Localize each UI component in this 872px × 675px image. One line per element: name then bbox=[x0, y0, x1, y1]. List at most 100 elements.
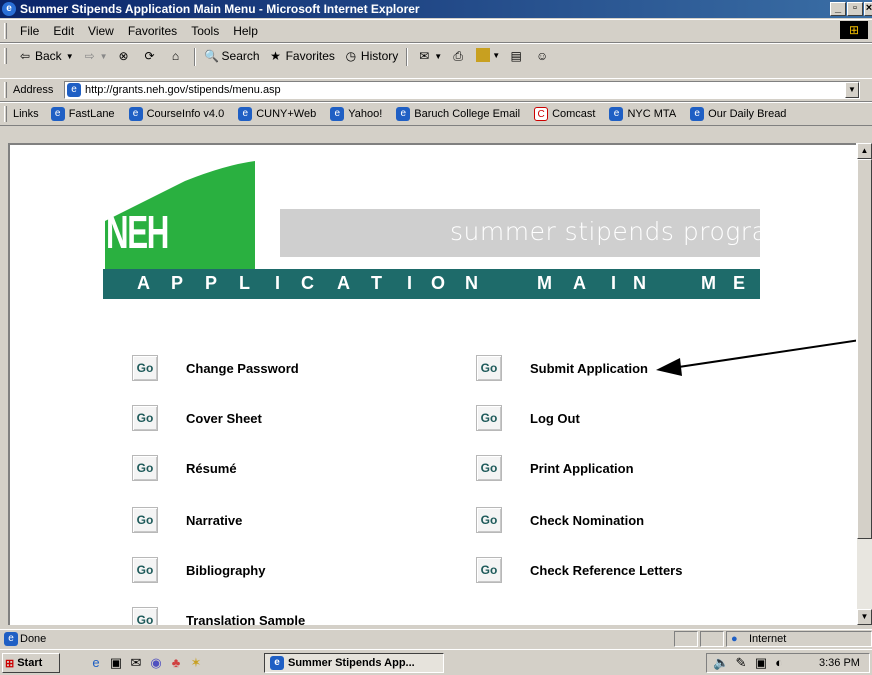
go-button-submit-application[interactable]: Go bbox=[476, 355, 502, 381]
links-label: Links bbox=[13, 108, 39, 120]
edit-button[interactable]: ▼ bbox=[472, 48, 504, 62]
vertical-scrollbar[interactable]: ▲ ▼ bbox=[856, 143, 872, 625]
quicklaunch-icon[interactable]: ✶ bbox=[188, 655, 204, 671]
tray-icon[interactable]: ◐ bbox=[771, 655, 787, 671]
menu-edit[interactable]: Edit bbox=[46, 24, 81, 38]
refresh-icon: ⟳ bbox=[144, 49, 155, 63]
go-button-resume[interactable]: Go bbox=[132, 455, 158, 481]
menu-link-check-nomination[interactable]: Check Nomination bbox=[530, 513, 644, 528]
link-fastlane[interactable]: e FastLane bbox=[43, 107, 121, 121]
page-icon: e bbox=[238, 107, 253, 121]
maximize-button[interactable]: ▫ bbox=[847, 2, 863, 16]
go-button-narrative[interactable]: Go bbox=[132, 507, 158, 533]
menu-link-submit-application[interactable]: Submit Application bbox=[530, 361, 648, 376]
heading-letter: N bbox=[633, 273, 646, 293]
menu-link-resume[interactable]: Résumé bbox=[186, 461, 237, 476]
media-player-icon[interactable]: ◉ bbox=[148, 655, 164, 671]
forward-arrow-icon: ⇨ bbox=[84, 49, 95, 63]
scroll-down-button[interactable]: ▼ bbox=[857, 609, 872, 625]
quicklaunch-icon[interactable]: ♣ bbox=[168, 655, 184, 671]
favorites-button[interactable]: ★ Favorites bbox=[264, 48, 339, 64]
print-button[interactable]: ⎙ bbox=[446, 48, 472, 64]
search-button[interactable]: 🔍 Search bbox=[200, 48, 264, 64]
tray-icon[interactable]: ✎ bbox=[733, 655, 749, 671]
show-desktop-icon[interactable]: ▣ bbox=[108, 655, 124, 671]
back-arrow-icon: ⇦ bbox=[19, 49, 31, 63]
window-title: Summer Stipends Application Main Menu - … bbox=[20, 2, 420, 16]
link-courseinfo[interactable]: e CourseInfo v4.0 bbox=[121, 107, 231, 121]
forward-button[interactable]: ⇨ ▼ bbox=[78, 48, 112, 64]
go-button-print-application[interactable]: Go bbox=[476, 455, 502, 481]
history-button[interactable]: ◷ History bbox=[339, 48, 402, 64]
link-comcast[interactable]: C Comcast bbox=[526, 107, 601, 121]
address-input[interactable]: e http://grants.neh.gov/stipends/menu.as… bbox=[64, 81, 860, 99]
heading-letter: M bbox=[701, 273, 716, 293]
link-yahoo[interactable]: e Yahoo! bbox=[322, 107, 388, 121]
home-button[interactable]: ⌂ bbox=[164, 48, 190, 64]
go-button-change-password[interactable]: Go bbox=[132, 355, 158, 381]
menu-link-log-out[interactable]: Log Out bbox=[530, 411, 580, 426]
link-nyc-mta[interactable]: e NYC MTA bbox=[601, 107, 682, 121]
home-icon: ⌂ bbox=[171, 49, 180, 63]
menu-link-print-application[interactable]: Print Application bbox=[530, 461, 634, 476]
close-button[interactable]: × bbox=[864, 2, 872, 16]
menu-file[interactable]: File bbox=[13, 24, 46, 38]
go-button-check-reference-letters[interactable]: Go bbox=[476, 557, 502, 583]
stop-icon: ⊗ bbox=[118, 49, 129, 63]
go-button-cover-sheet[interactable]: Go bbox=[132, 405, 158, 431]
toolbar-grip[interactable] bbox=[4, 82, 7, 98]
heading-letter: I bbox=[407, 273, 413, 293]
link-label: Yahoo! bbox=[348, 108, 383, 120]
zone-text: Internet bbox=[749, 633, 787, 645]
globe-icon: ● bbox=[731, 633, 738, 645]
page-icon: e bbox=[690, 107, 705, 121]
menu-link-narrative[interactable]: Narrative bbox=[186, 513, 242, 528]
toolbar-grip[interactable] bbox=[4, 23, 7, 39]
start-button[interactable]: ⊞ Start bbox=[2, 653, 60, 673]
taskbar-item-ie[interactable]: e Summer Stipends App... bbox=[264, 653, 444, 673]
link-cunyweb[interactable]: e CUNY+Web bbox=[230, 107, 322, 121]
stop-button[interactable]: ⊗ bbox=[112, 48, 138, 64]
favorites-icon: ★ bbox=[270, 49, 281, 63]
go-button-log-out[interactable]: Go bbox=[476, 405, 502, 431]
go-button-bibliography[interactable]: Go bbox=[132, 557, 158, 583]
toolbar-grip[interactable] bbox=[4, 48, 7, 64]
address-dropdown-button[interactable]: ▼ bbox=[845, 82, 859, 98]
messenger-button[interactable]: ☺ bbox=[530, 48, 556, 64]
scrollbar-thumb[interactable] bbox=[857, 159, 872, 539]
back-button[interactable]: ⇦ Back ▼ bbox=[13, 48, 78, 64]
heading-letter: N bbox=[465, 273, 478, 293]
link-label: CUNY+Web bbox=[256, 108, 317, 120]
menu-help[interactable]: Help bbox=[226, 24, 265, 38]
title-bar[interactable]: e Summer Stipends Application Main Menu … bbox=[0, 0, 872, 18]
discuss-button[interactable]: ▤ bbox=[504, 48, 530, 64]
page-icon: e bbox=[609, 107, 624, 121]
minimize-button[interactable]: _ bbox=[830, 2, 846, 16]
menu-link-change-password[interactable]: Change Password bbox=[186, 361, 299, 376]
toolbar-grip[interactable] bbox=[4, 106, 7, 122]
ie-quicklaunch-icon[interactable]: e bbox=[88, 655, 104, 671]
outlook-icon[interactable]: ✉ bbox=[128, 655, 144, 671]
volume-icon[interactable]: 🔈 bbox=[713, 655, 729, 671]
scroll-up-button[interactable]: ▲ bbox=[857, 143, 872, 159]
go-button-check-nomination[interactable]: Go bbox=[476, 507, 502, 533]
network-icon[interactable]: ▣ bbox=[753, 655, 769, 671]
menu-favorites[interactable]: Favorites bbox=[121, 24, 184, 38]
mail-button[interactable]: ✉ ▼ bbox=[412, 48, 446, 64]
page-icon: e bbox=[67, 83, 81, 97]
page-icon: e bbox=[396, 107, 411, 121]
menu-tools[interactable]: Tools bbox=[184, 24, 226, 38]
menu-link-translation-sample[interactable]: Translation Sample bbox=[186, 613, 305, 625]
heading-letter: C bbox=[301, 273, 314, 293]
link-baruch-email[interactable]: e Baruch College Email bbox=[388, 107, 526, 121]
link-our-daily-bread[interactable]: e Our Daily Bread bbox=[682, 107, 792, 121]
menu-view[interactable]: View bbox=[81, 24, 121, 38]
link-label: CourseInfo v4.0 bbox=[146, 108, 225, 120]
refresh-button[interactable]: ⟳ bbox=[138, 48, 164, 64]
separator bbox=[193, 48, 196, 66]
menu-link-bibliography[interactable]: Bibliography bbox=[186, 563, 265, 578]
clock[interactable]: 3:36 PM bbox=[819, 657, 860, 669]
menu-link-check-reference-letters[interactable]: Check Reference Letters bbox=[530, 563, 682, 578]
go-button-translation-sample[interactable]: Go bbox=[132, 607, 158, 625]
menu-link-cover-sheet[interactable]: Cover Sheet bbox=[186, 411, 262, 426]
